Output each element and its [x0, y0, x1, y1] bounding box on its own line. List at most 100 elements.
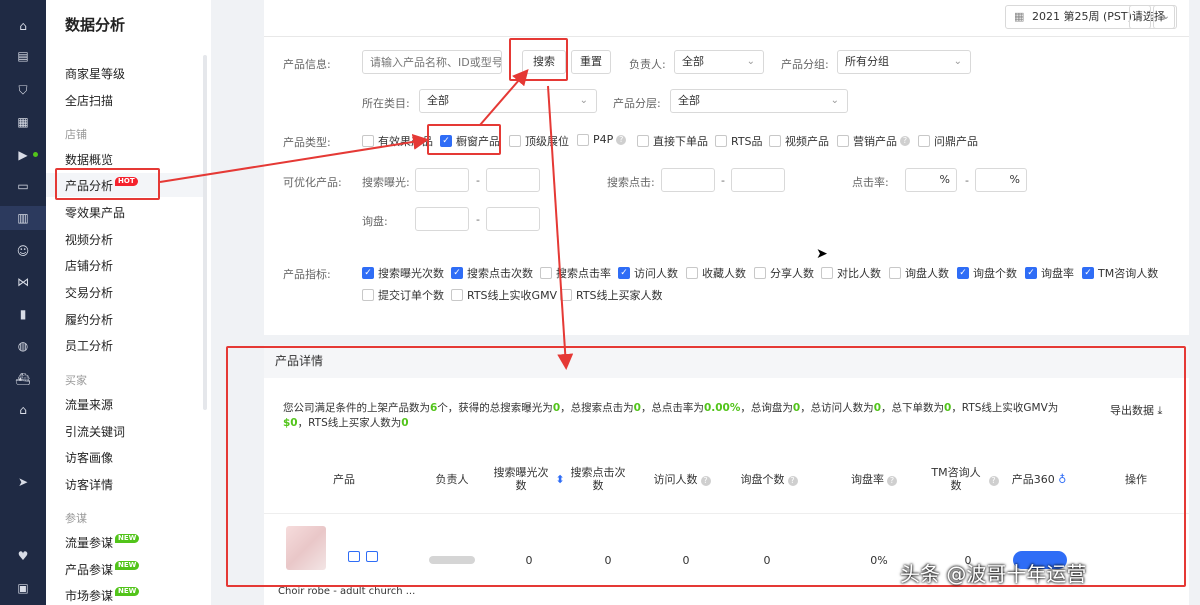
- nav-scrollbar[interactable]: [203, 55, 207, 410]
- metric-checkbox-shares[interactable]: 分享人数: [754, 265, 814, 281]
- reset-button[interactable]: 重置: [571, 50, 611, 74]
- metric-checkbox-visitors[interactable]: ✓ 访问人数: [618, 265, 678, 281]
- ctr-max-input[interactable]: %: [975, 168, 1027, 192]
- tier-select[interactable]: 全部 ⌄: [670, 89, 848, 113]
- checkbox-label: 顶级展位: [525, 135, 569, 148]
- chat-icon[interactable]: ▭: [0, 174, 46, 198]
- nav-item-video-analysis[interactable]: 视频分析: [65, 231, 113, 248]
- metrics-label: 产品指标:: [283, 268, 331, 281]
- heart-icon[interactable]: ♥: [0, 544, 46, 568]
- nav-item-store-analysis[interactable]: 店铺分析: [65, 257, 113, 274]
- product-thumbnail[interactable]: [286, 526, 326, 570]
- col-visitors[interactable]: 访问人数?: [652, 473, 712, 486]
- help-icon[interactable]: ?: [700, 476, 711, 486]
- nav-item-visitor-profile[interactable]: 访客画像: [65, 449, 113, 466]
- col-clicks[interactable]: 搜索点击次数: [569, 466, 627, 492]
- metric-checkbox-inquiry-rate[interactable]: ✓ 询盘率: [1025, 265, 1074, 281]
- home-icon[interactable]: ⌂: [0, 14, 46, 38]
- week-picker[interactable]: ▦ 2021 第25周 (PST)请选择 ⌄: [1005, 5, 1177, 29]
- col-inquiry-rate[interactable]: 询盘率?: [844, 473, 904, 486]
- help-icon[interactable]: ?: [787, 476, 798, 486]
- col-inquiries[interactable]: 询盘个数?: [734, 473, 804, 486]
- search-button[interactable]: 搜索: [522, 50, 566, 74]
- send-icon[interactable]: ➤: [0, 470, 46, 494]
- nav-item-visitor-detail[interactable]: 访客详情: [65, 476, 113, 493]
- col-exposure[interactable]: 搜索曝光次数: [492, 466, 550, 492]
- users-icon[interactable]: ☺: [0, 239, 46, 263]
- apps-icon[interactable]: ▦: [0, 110, 46, 134]
- next-week-button[interactable]: ›: [1153, 5, 1175, 29]
- type-checkbox-top-booth[interactable]: 顶级展位: [509, 133, 569, 149]
- chart-icon[interactable]: ▥: [0, 206, 46, 230]
- inquiry-min-input[interactable]: [415, 207, 469, 231]
- type-checkbox-rts[interactable]: RTS品: [715, 133, 763, 149]
- owner-select[interactable]: 全部 ⌄: [674, 50, 764, 74]
- briefcase-icon[interactable]: ▣: [0, 576, 46, 600]
- category-select[interactable]: 全部 ⌄: [419, 89, 597, 113]
- clicks-min-input[interactable]: [661, 168, 715, 192]
- nav-item-trade-analysis[interactable]: 交易分析: [65, 284, 113, 301]
- group-select[interactable]: 所有分组 ⌄: [837, 50, 971, 74]
- checkbox-label: 搜索曝光次数: [378, 267, 444, 280]
- type-checkbox-wending[interactable]: 问鼎产品: [918, 133, 978, 149]
- checkbox-label: P4P: [593, 133, 614, 146]
- nav-item-traffic-advisor[interactable]: 流量参谋 NEW: [65, 534, 140, 551]
- shield-icon[interactable]: ⛉: [0, 78, 46, 102]
- nav-item-zero-effect[interactable]: 零效果产品: [65, 204, 125, 221]
- metric-checkbox-favorites[interactable]: 收藏人数: [686, 265, 746, 281]
- store-icon[interactable]: ▤: [0, 44, 46, 68]
- prev-week-button[interactable]: ‹: [1129, 5, 1151, 29]
- metric-checkbox-compares[interactable]: 对比人数: [821, 265, 881, 281]
- product-name[interactable]: Choir robe - adult church ...: [278, 586, 415, 597]
- help-icon[interactable]: ?: [887, 476, 897, 486]
- ship-icon[interactable]: ⛴: [0, 367, 46, 391]
- type-checkbox-effective[interactable]: 有效果产品: [362, 133, 433, 149]
- help-icon[interactable]: ?: [900, 136, 910, 146]
- clipboard-icon[interactable]: ▮: [0, 302, 46, 326]
- metric-checkbox-rts-gmv[interactable]: RTS线上实收GMV: [451, 287, 557, 303]
- sort-icon[interactable]: ⬍: [554, 473, 566, 486]
- nav-item-product-advisor[interactable]: 产品参谋 NEW: [65, 561, 140, 578]
- globe-icon[interactable]: ◍: [0, 334, 46, 358]
- nav-item-staff[interactable]: 员工分析: [65, 337, 113, 354]
- metric-checkbox-inquirers[interactable]: 询盘人数: [889, 265, 949, 281]
- nav-item-merchant-star[interactable]: 商家星等级: [65, 65, 125, 82]
- metric-checkbox-orders[interactable]: 提交订单个数: [362, 287, 444, 303]
- bank-icon[interactable]: ⌂: [0, 398, 46, 422]
- video-icon[interactable]: ▶: [0, 143, 46, 167]
- type-checkbox-marketing[interactable]: 营销产品?: [837, 133, 910, 149]
- col-tm[interactable]: TM咨询人数: [931, 466, 981, 492]
- metric-checkbox-tm[interactable]: ✓ TM咨询人数: [1082, 265, 1158, 281]
- nav-item-market-advisor[interactable]: 市场参谋 NEW: [65, 587, 140, 604]
- col-product360[interactable]: 产品360 ♁: [1009, 473, 1069, 486]
- store-icon[interactable]: [348, 551, 360, 562]
- monitor-icon[interactable]: [366, 551, 378, 562]
- type-checkbox-p4p[interactable]: P4P?: [577, 133, 627, 146]
- type-checkbox-direct-order[interactable]: 直接下单品: [637, 133, 708, 149]
- metric-checkbox-rts-buyers[interactable]: RTS线上买家人数: [560, 287, 663, 303]
- product-search-input[interactable]: [362, 50, 502, 74]
- checkbox-box: [560, 289, 572, 301]
- metric-checkbox-exposure[interactable]: ✓ 搜索曝光次数: [362, 265, 444, 281]
- inquiry-max-input[interactable]: [486, 207, 540, 231]
- nav-item-fulfillment[interactable]: 履约分析: [65, 311, 113, 328]
- help-icon[interactable]: ?: [616, 134, 627, 145]
- export-button[interactable]: 导出数据 ⤓: [1110, 402, 1162, 418]
- nav-item-traffic-source[interactable]: 流量来源: [65, 396, 113, 413]
- metric-checkbox-inquiries[interactable]: ✓ 询盘个数: [957, 265, 1017, 281]
- type-checkbox-video[interactable]: 视频产品: [769, 133, 829, 149]
- nav-item-product-analysis[interactable]: 产品分析 HOT: [65, 177, 138, 194]
- help-icon[interactable]: ?: [983, 473, 1001, 486]
- metric-checkbox-clicks[interactable]: ✓ 搜索点击次数: [451, 265, 533, 281]
- nav-item-overview[interactable]: 数据概览: [65, 151, 113, 168]
- clicks-max-input[interactable]: [731, 168, 785, 192]
- tier-select-value: 全部: [678, 94, 700, 107]
- share-icon[interactable]: ⋈: [0, 270, 46, 294]
- nav-item-store-scan[interactable]: 全店扫描: [65, 92, 113, 109]
- nav-item-keywords[interactable]: 引流关键词: [65, 423, 125, 440]
- ctr-min-input[interactable]: %: [905, 168, 957, 192]
- type-checkbox-showcase[interactable]: ✓ 橱窗产品: [440, 133, 500, 149]
- exposure-min-input[interactable]: [415, 168, 469, 192]
- metric-checkbox-ctr[interactable]: 搜索点击率: [540, 265, 611, 281]
- exposure-max-input[interactable]: [486, 168, 540, 192]
